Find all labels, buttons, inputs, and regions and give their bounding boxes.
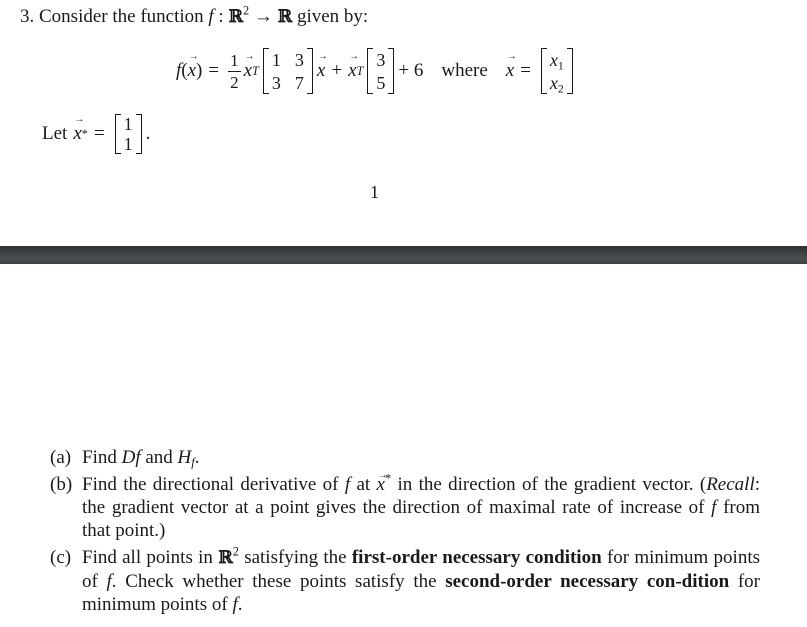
part-label: (a)	[50, 447, 72, 468]
heading-text: Consider the function	[39, 6, 204, 27]
right-bracket	[388, 48, 395, 94]
problem-heading: 3. Consider the function f : ℝ2 → ℝ give…	[20, 4, 369, 28]
x-vector: x	[506, 51, 518, 82]
part-label: (c)	[50, 547, 72, 568]
colon: :	[213, 6, 229, 27]
let-text: Let	[42, 123, 68, 144]
eq-equals: =	[208, 60, 220, 81]
let-x-star-definition: Let x* = 1 1 .	[42, 112, 150, 156]
vector-cell: x1	[549, 49, 564, 72]
vector-cell: 1	[123, 114, 133, 134]
eq-equals: =	[520, 60, 531, 81]
problem-parts-list: (a) Find Df and Hf. (b) Find the directi…	[50, 446, 760, 620]
x-vector: x	[317, 51, 329, 82]
x-vector: x	[377, 464, 389, 496]
page-separator	[0, 246, 807, 264]
frac-denominator: 2	[230, 72, 239, 92]
part-label: (b)	[50, 474, 73, 495]
function-definition-equation: f(x) = 1 2 xT 1 3 3 7 x + xT 3 5	[176, 44, 577, 98]
page-number: 1	[370, 182, 379, 202]
vector-cell: 1	[123, 134, 133, 154]
x-components-vector: x1 x2	[540, 48, 573, 95]
x-vector: x	[244, 51, 256, 82]
matrix-cell: 1	[271, 49, 281, 70]
part-body: Find the directional derivative of f at …	[82, 464, 760, 542]
codomain-symbol: ℝ	[277, 7, 293, 27]
eq-arg-vector: x	[188, 51, 200, 82]
period: .	[145, 123, 151, 144]
part-body: Find Df and Hf.	[82, 447, 200, 470]
vector-cell: 3	[376, 49, 386, 70]
right-bracket	[566, 48, 573, 94]
where-text: where	[441, 60, 488, 81]
matrix-A: 1 3 3 7	[262, 48, 313, 94]
right-bracket	[135, 114, 142, 154]
constant-term: + 6	[398, 60, 424, 81]
part-body: Find all points in ℝ2 satisfying the fir…	[82, 544, 761, 615]
matrix-cell: 3	[294, 49, 304, 70]
recall-label: Recall	[706, 474, 755, 495]
x-vector: x	[348, 51, 360, 82]
df-symbol: Df	[121, 447, 141, 468]
matrix-cell: 3	[271, 72, 281, 93]
vector-cell: x2	[549, 72, 564, 95]
vector-b: 3 5	[367, 48, 395, 94]
reals-symbol: ℝ	[218, 548, 233, 568]
right-bracket	[306, 48, 313, 94]
heading-text-end: given by:	[292, 6, 369, 27]
arrow-symbol: →	[249, 6, 278, 27]
part-a: (a) Find Df and Hf.	[50, 446, 760, 469]
first-order-condition-term: first-order necessary condition	[351, 547, 602, 568]
eq-equals: =	[93, 123, 105, 144]
matrix-cell: 7	[294, 72, 304, 93]
part-c: (c) Find all points in ℝ2 satisfying the…	[50, 544, 761, 616]
second-order-condition-term: second-order necessary con-dition	[445, 571, 730, 592]
part-b: (b) Find the directional derivative of f…	[50, 464, 760, 542]
domain-symbol: ℝ	[228, 7, 243, 27]
frac-numerator: 1	[228, 50, 241, 72]
x-star-vector: 1 1	[114, 114, 142, 154]
plus-sign: +	[331, 60, 343, 81]
eq-func: f	[176, 60, 182, 81]
vector-cell: 5	[376, 72, 386, 93]
fraction-one-half: 1 2	[228, 52, 241, 91]
pdf-page-1: 3. Consider the function f : ℝ 2 → ℝ give…	[0, 0, 807, 246]
x-vector: x	[73, 114, 85, 145]
problem-number: 3.	[20, 6, 35, 27]
hessian-symbol: H	[177, 447, 192, 468]
